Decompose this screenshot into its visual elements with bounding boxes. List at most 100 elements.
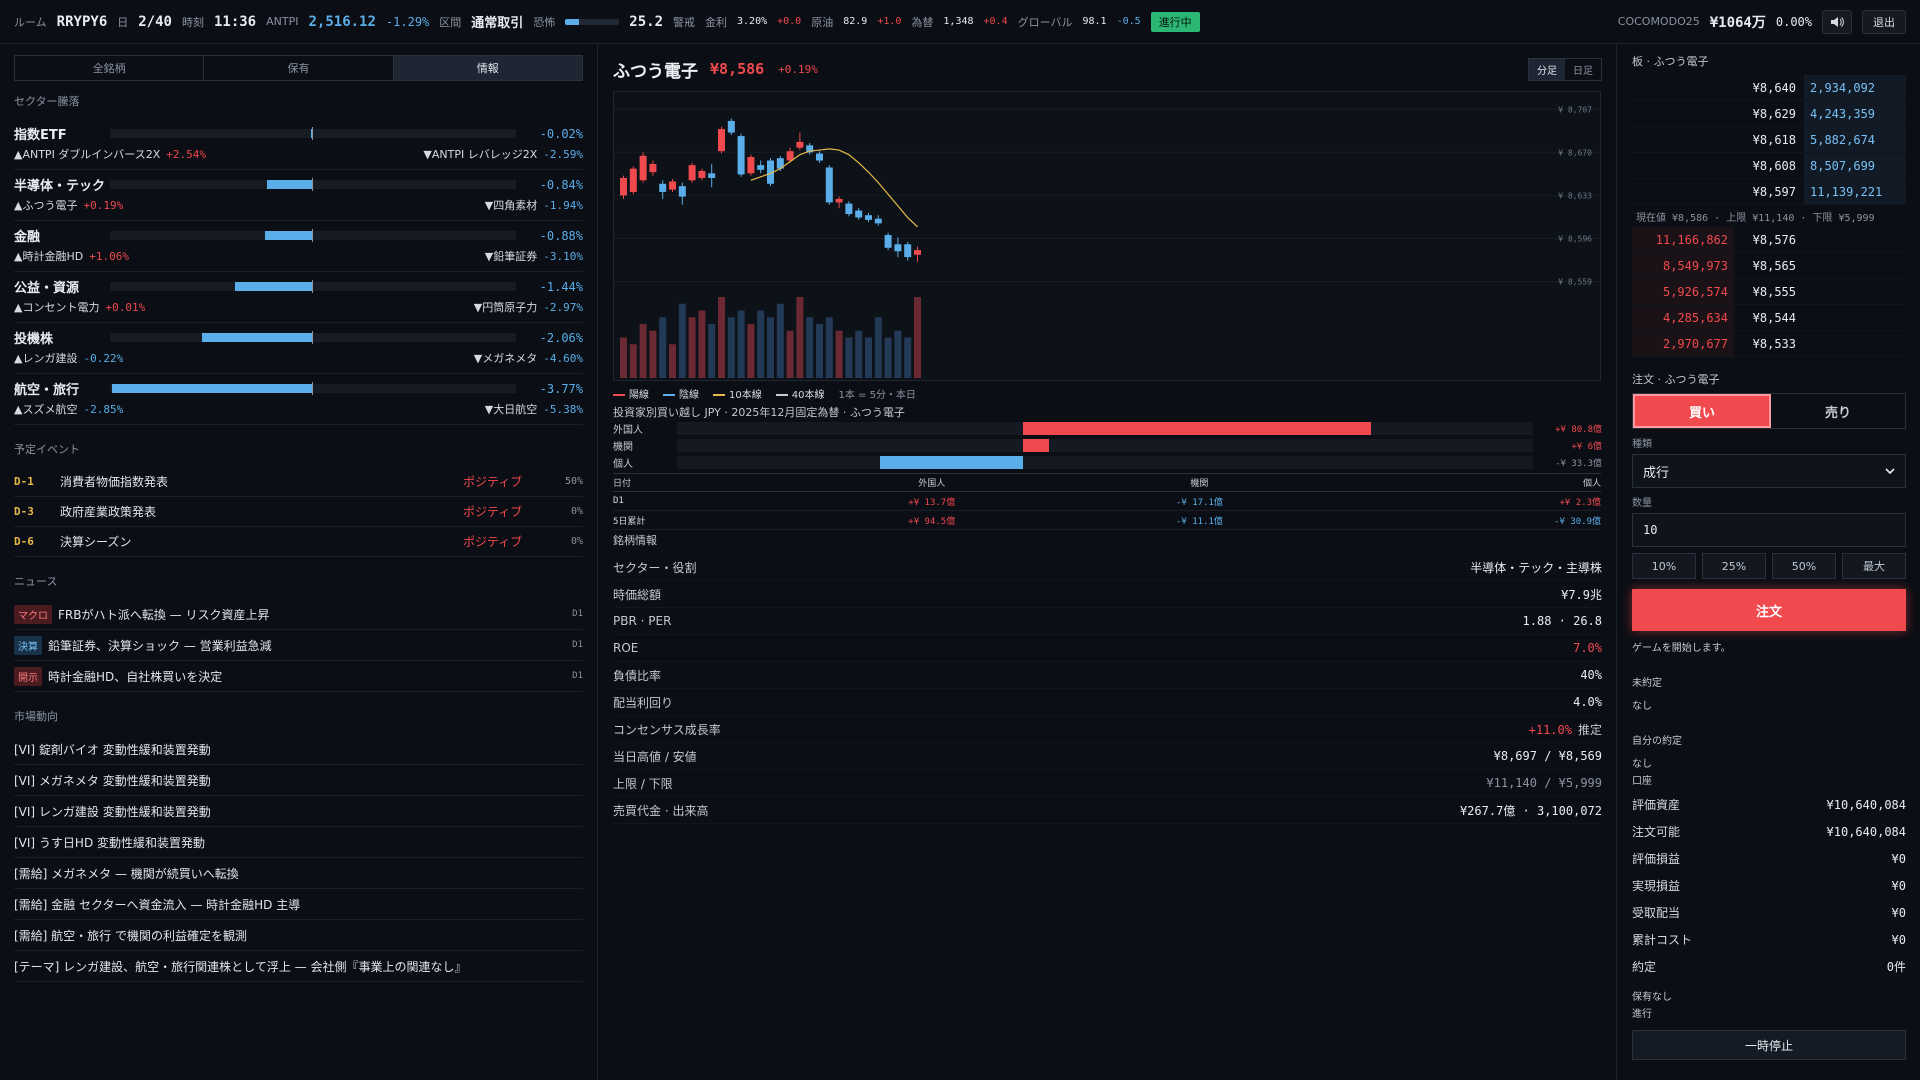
orderbook-ask-row[interactable]: ¥8,640 2,934,092 xyxy=(1632,75,1906,101)
news-tag: 開示 xyxy=(14,666,42,686)
orderbook-ask-row[interactable]: ¥8,608 8,507,699 xyxy=(1632,153,1906,179)
event-row[interactable]: D-1 消費者物価指数発表 ポジティブ 50% xyxy=(14,467,583,497)
sector-pct: -3.77% xyxy=(539,381,583,396)
stock-info-key: PBR · PER xyxy=(613,614,672,628)
pause-button[interactable]: 一時停止 xyxy=(1632,1030,1906,1060)
orderbook-bid-row[interactable]: 8,549,973 ¥8,565 xyxy=(1632,253,1906,279)
sector-top-name: ▲ふつう電子 xyxy=(14,199,78,212)
stock-info-row: コンセンサス成長率 +11.0% 推定 xyxy=(613,716,1602,743)
fills-label: 自分の約定 xyxy=(1632,736,1682,747)
table-cell: 5日累計 xyxy=(613,510,798,530)
stock-info-key: 負債比率 xyxy=(613,668,662,683)
orderbook-bid-row[interactable]: 11,166,862 ¥8,576 xyxy=(1632,227,1906,253)
sector-bar-zero-line xyxy=(312,229,313,242)
orderbook-ask-row[interactable]: ¥8,618 5,882,674 xyxy=(1632,127,1906,153)
stock-info-value-text: 7.0% xyxy=(1573,641,1602,655)
candle xyxy=(757,165,765,170)
timeframe-daily[interactable]: 日足 xyxy=(1565,59,1601,80)
user-name: COCOMODO25 xyxy=(1617,15,1700,28)
stock-info-row: ROE 7.0% xyxy=(613,635,1602,662)
market-item[interactable]: [VI] 錠剤バイオ 変動性緩和装置発動 xyxy=(14,734,583,765)
orderbook-ask-qty: 2,934,092 xyxy=(1804,75,1906,100)
tab-info[interactable]: 情報 xyxy=(393,56,582,80)
market-item[interactable]: [需給] メガネメタ — 機関が続買いへ転換 xyxy=(14,858,583,889)
event-row[interactable]: D-3 政府産業政策発表 ポジティブ 0% xyxy=(14,497,583,527)
sector-row[interactable]: 投機株 -2.06% ▲レンガ建設 -0.22% ▼メガネメタ -4.60% xyxy=(14,323,583,374)
volume-bar xyxy=(688,317,696,378)
sector-pct: -1.44% xyxy=(539,279,583,294)
event-row[interactable]: D-6 決算シーズン ポジティブ 0% xyxy=(14,527,583,557)
sector-main: 金融 -0.88% xyxy=(14,227,583,246)
sector-top-mover: ▲スズメ航空 -2.85% xyxy=(14,401,123,417)
pending-value: なし xyxy=(1632,701,1652,712)
news-header: ニュース xyxy=(14,575,58,588)
stock-info-value: ¥8,697 / ¥8,569 xyxy=(1494,749,1602,763)
place-order-button[interactable]: 注文 xyxy=(1632,589,1906,631)
chevron-down-icon xyxy=(1885,468,1895,474)
orderbook-bid-row[interactable]: 4,285,634 ¥8,544 xyxy=(1632,305,1906,331)
orderbook-bid-row[interactable]: 2,970,677 ¥8,533 xyxy=(1632,331,1906,357)
left-panel: 全銘柄 保有 情報 セクター騰落 指数ETF -0.02% ▲ANTPI ダブルイン… xyxy=(0,45,598,1080)
volume-bar xyxy=(718,297,725,378)
account-row: 累計コスト ¥0 xyxy=(1632,926,1906,953)
fx-change: +0.4 xyxy=(983,16,1008,27)
status-badge: 進行中 xyxy=(1150,11,1200,32)
orderbook-bid-row[interactable]: 5,926,574 ¥8,555 xyxy=(1632,279,1906,305)
qty-max-button[interactable]: 最大 xyxy=(1842,553,1906,579)
sector-row[interactable]: 航空・旅行 -3.77% ▲スズメ航空 -2.85% ▼大日航空 -5.38% xyxy=(14,374,583,425)
sector-row[interactable]: 半導体・テック -0.84% ▲ふつう電子 +0.19% ▼四角素材 -1.94% xyxy=(14,170,583,221)
day-value: 2/40 xyxy=(138,13,172,30)
buy-button[interactable]: 買い xyxy=(1633,394,1771,428)
sector-row[interactable]: 指数ETF -0.02% ▲ANTPI ダブルインバース2X +2.54% ▼ANTPI… xyxy=(14,119,583,170)
sell-button[interactable]: 売り xyxy=(1771,394,1905,428)
orderbook-ask-row[interactable]: ¥8,597 11,139,221 xyxy=(1632,179,1906,205)
candle xyxy=(678,186,686,197)
qty-50pct-button[interactable]: 50% xyxy=(1772,553,1836,579)
sector-bar-fill xyxy=(267,180,312,189)
sector-row[interactable]: 公益・資源 -1.44% ▲コンセント電力 +0.01% ▼円筒原子力 -2.97% xyxy=(14,272,583,323)
sector-row[interactable]: 金融 -0.88% ▲時計金融HD +1.06% ▼鉛筆証券 -3.10% xyxy=(14,221,583,272)
tab-all-stocks[interactable]: 全銘柄 xyxy=(15,56,205,80)
legend-note: 1本 = 5分・本日 xyxy=(838,390,916,401)
table-row: D1 +¥ 13.7億 -¥ 17.1億 +¥ 2.3億 xyxy=(613,491,1601,511)
sound-button[interactable] xyxy=(1822,9,1852,34)
candle xyxy=(874,218,882,224)
market-item[interactable]: [VI] うす日HD 変動性緩和装置発動 xyxy=(14,827,583,858)
exit-button[interactable]: 退出 xyxy=(1862,9,1906,34)
market-item[interactable]: [VI] レンガ建設 変動性緩和装置発動 xyxy=(14,796,583,827)
orderbook-ask-row[interactable]: ¥8,629 4,243,359 xyxy=(1632,101,1906,127)
news-item[interactable]: マクロ FRBがハト派へ転換 — リスク資産上昇 D1 xyxy=(14,599,583,630)
price-chart[interactable]: ¥ 8,707 ¥ 8,670 ¥ 8,633 ¥ 8,596 ¥ 8,559 xyxy=(613,91,1601,381)
news-text: 時計金融HD、自社株買いを決定 xyxy=(48,669,223,684)
news-item[interactable]: 開示 時計金融HD、自社株買いを決定 D1 xyxy=(14,661,583,692)
market-item[interactable]: [VI] メガネメタ 変動性緩和装置発動 xyxy=(14,765,583,796)
sector-top-pct: +0.19% xyxy=(83,199,124,212)
stock-info-value: 4.0% xyxy=(1573,695,1602,709)
market-header: 市場動向 xyxy=(14,710,58,723)
quantity-input[interactable]: 10 xyxy=(1632,513,1906,547)
stock-info-value: 7.0% xyxy=(1573,641,1602,655)
orderbook-title: 板 · ふつう電子 xyxy=(1632,55,1709,68)
sector-pct: -0.02% xyxy=(539,126,583,141)
market-item[interactable]: [需給] 金融 セクターへ資金流入 — 時計金融HD 主導 xyxy=(14,889,583,920)
timeframe-minute[interactable]: 分足 xyxy=(1529,58,1565,80)
order-type-select[interactable]: 成行 xyxy=(1632,454,1906,488)
room-code: RRYPY6 xyxy=(56,13,108,30)
fear-value: 25.2 xyxy=(629,13,664,30)
stock-change: +0.19% xyxy=(778,62,818,76)
volume-bar xyxy=(855,330,863,378)
qty-10pct-button[interactable]: 10% xyxy=(1632,553,1696,579)
orderbook-empty-cell xyxy=(1804,331,1906,356)
market-item[interactable]: [需給] 航空・旅行 で機関の利益確定を観測 xyxy=(14,920,583,951)
index-change: -1.29% xyxy=(385,14,430,29)
orderbook-ask-qty: 8,507,699 xyxy=(1804,153,1906,178)
sector-bottom-pct: -1.94% xyxy=(543,199,583,212)
orderbook-price: ¥8,608 xyxy=(1752,158,1796,173)
investor-flow-track xyxy=(677,439,1533,452)
market-item[interactable]: [テーマ] レンガ建設、航空・旅行関連株として浮上 — 会社側『事業上の関連なし… xyxy=(14,951,583,982)
qty-25pct-button[interactable]: 25% xyxy=(1702,553,1766,579)
orderbook-price: ¥8,576 xyxy=(1752,232,1796,247)
news-item[interactable]: 決算 鉛筆証券、決算ショック — 営業利益急減 D1 xyxy=(14,630,583,661)
stock-info-value-text: ¥7.9兆 xyxy=(1561,587,1602,602)
tab-holdings[interactable]: 保有 xyxy=(204,56,394,80)
